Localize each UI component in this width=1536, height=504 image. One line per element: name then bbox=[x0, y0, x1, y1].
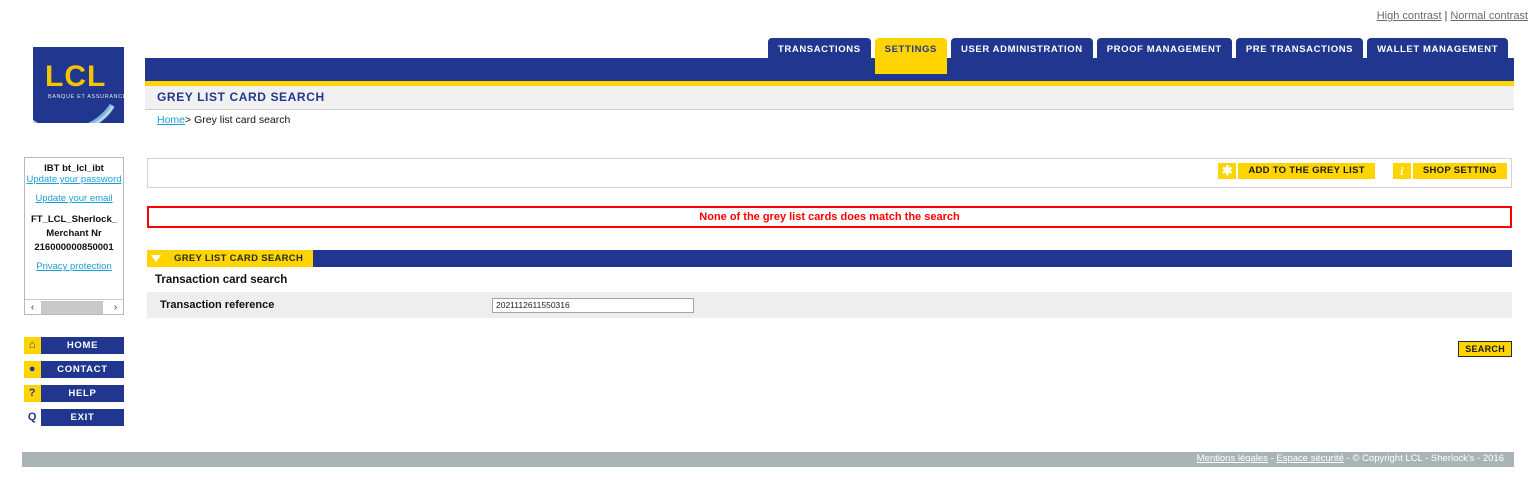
tab-settings[interactable]: SETTINGS bbox=[874, 38, 947, 74]
user-info-box: IBT bt_lcl_ibt Update your password Upda… bbox=[24, 157, 124, 315]
tab-user-administration[interactable]: USER ADMINISTRATION bbox=[950, 38, 1093, 61]
home-icon: ⌂ bbox=[24, 337, 41, 354]
section-title: GREY LIST CARD SEARCH bbox=[164, 250, 314, 267]
triangle-down-icon[interactable] bbox=[147, 250, 164, 267]
transaction-reference-input[interactable] bbox=[492, 297, 694, 313]
sidebar-item-exit[interactable]: Q EXIT bbox=[24, 409, 124, 426]
info-icon: i bbox=[1392, 163, 1411, 179]
transaction-reference-label: Transaction reference bbox=[160, 299, 275, 311]
info-box-scrollbar[interactable]: ‹ › bbox=[25, 299, 123, 314]
question-mark-icon: ? bbox=[24, 385, 41, 402]
copyright-text: © Copyright LCL - Sherlock's - 2016 bbox=[1352, 453, 1504, 464]
update-email-link[interactable]: Update your email bbox=[25, 193, 123, 205]
scrollbar-track[interactable] bbox=[40, 300, 108, 314]
info-spacer-1 bbox=[25, 186, 123, 193]
form-subtitle: Transaction card search bbox=[155, 274, 288, 286]
footer-bar: Mentions légales - Espace sécurité - © C… bbox=[22, 452, 1514, 467]
page-title: GREY LIST CARD SEARCH bbox=[157, 90, 325, 104]
tab-proof-management[interactable]: PROOF MANAGEMENT bbox=[1096, 38, 1232, 61]
logo-text: LCL bbox=[45, 60, 107, 93]
info-spacer-2 bbox=[25, 205, 123, 212]
merchant-name: FT_LCL_Sherlock_ bbox=[30, 214, 118, 225]
transaction-reference-row: Transaction reference bbox=[147, 292, 1512, 318]
star-burst-icon: ✱ bbox=[1218, 163, 1237, 179]
shop-setting-button[interactable]: i SHOP SETTING bbox=[1392, 163, 1507, 179]
legal-notice-link[interactable]: Mentions légales bbox=[1197, 453, 1268, 464]
main-nav-tabs: TRANSACTIONS SETTINGS USER ADMINISTRATIO… bbox=[768, 38, 1512, 74]
search-button[interactable]: SEARCH bbox=[1458, 341, 1512, 357]
info-spacer-3 bbox=[25, 254, 123, 261]
main-nav-bar bbox=[145, 58, 1514, 81]
page-title-bar: GREY LIST CARD SEARCH bbox=[145, 86, 1514, 110]
sidebar-item-home[interactable]: ⌂ HOME bbox=[24, 337, 124, 354]
tab-wallet-management[interactable]: WALLET MANAGEMENT bbox=[1367, 38, 1509, 61]
high-contrast-link[interactable]: High contrast bbox=[1377, 10, 1442, 22]
scroll-right-arrow-icon[interactable]: › bbox=[108, 302, 123, 313]
breadcrumb-current: Grey list card search bbox=[194, 114, 291, 126]
scroll-left-arrow-icon[interactable]: ‹ bbox=[25, 302, 40, 313]
security-space-link[interactable]: Espace sécurité bbox=[1276, 453, 1344, 464]
contrast-separator: | bbox=[1444, 10, 1448, 22]
shop-setting-label: SHOP SETTING bbox=[1412, 163, 1507, 179]
breadcrumb-home-link[interactable]: Home bbox=[157, 114, 185, 126]
section-header: GREY LIST CARD SEARCH bbox=[147, 250, 1512, 267]
merchant-nr-label: Merchant Nr bbox=[46, 228, 102, 239]
speech-bubble-icon: ● bbox=[24, 361, 41, 378]
user-id-label: IBT bt_lcl_ibt bbox=[44, 163, 104, 174]
scrollbar-thumb[interactable] bbox=[41, 300, 103, 314]
power-icon: Q bbox=[24, 409, 41, 426]
sidebar-item-contact[interactable]: ● CONTACT bbox=[24, 361, 124, 378]
add-to-grey-list-label: ADD TO THE GREY LIST bbox=[1238, 163, 1375, 179]
update-password-link[interactable]: Update your password bbox=[25, 174, 123, 186]
app-window: High contrast | Normal contrast LCL BANQUE… bbox=[0, 0, 1536, 504]
tab-transactions[interactable]: TRANSACTIONS bbox=[768, 38, 871, 61]
breadcrumb: Home> Grey list card search bbox=[157, 114, 290, 126]
contrast-switcher: High contrast | Normal contrast bbox=[1377, 10, 1528, 22]
tab-pre-transactions[interactable]: PRE TRANSACTIONS bbox=[1235, 38, 1364, 61]
breadcrumb-separator: > bbox=[185, 114, 192, 126]
error-message-banner: None of the grey list cards does match t… bbox=[147, 206, 1512, 228]
lcl-logo[interactable]: LCL BANQUE ET ASSURANCE bbox=[33, 47, 124, 123]
privacy-protection-link[interactable]: Privacy protection bbox=[25, 261, 123, 273]
add-to-grey-list-button[interactable]: ✱ ADD TO THE GREY LIST bbox=[1218, 163, 1375, 179]
sidebar-item-help[interactable]: ? HELP bbox=[24, 385, 124, 402]
sidebar-nav: ⌂ HOME ● CONTACT ? HELP Q EXIT bbox=[24, 337, 124, 433]
toolbar-buttons: ✱ ADD TO THE GREY LIST i SHOP SETTING bbox=[1200, 163, 1507, 179]
normal-contrast-link[interactable]: Normal contrast bbox=[1450, 10, 1528, 22]
footer-text: Mentions légales - Espace sécurité - © C… bbox=[1197, 453, 1504, 464]
action-toolbar: ✱ ADD TO THE GREY LIST i SHOP SETTING bbox=[147, 158, 1512, 188]
logo-tagline: BANQUE ET ASSURANCE bbox=[48, 94, 124, 100]
merchant-nr-value: 216000000850001 bbox=[34, 242, 114, 253]
